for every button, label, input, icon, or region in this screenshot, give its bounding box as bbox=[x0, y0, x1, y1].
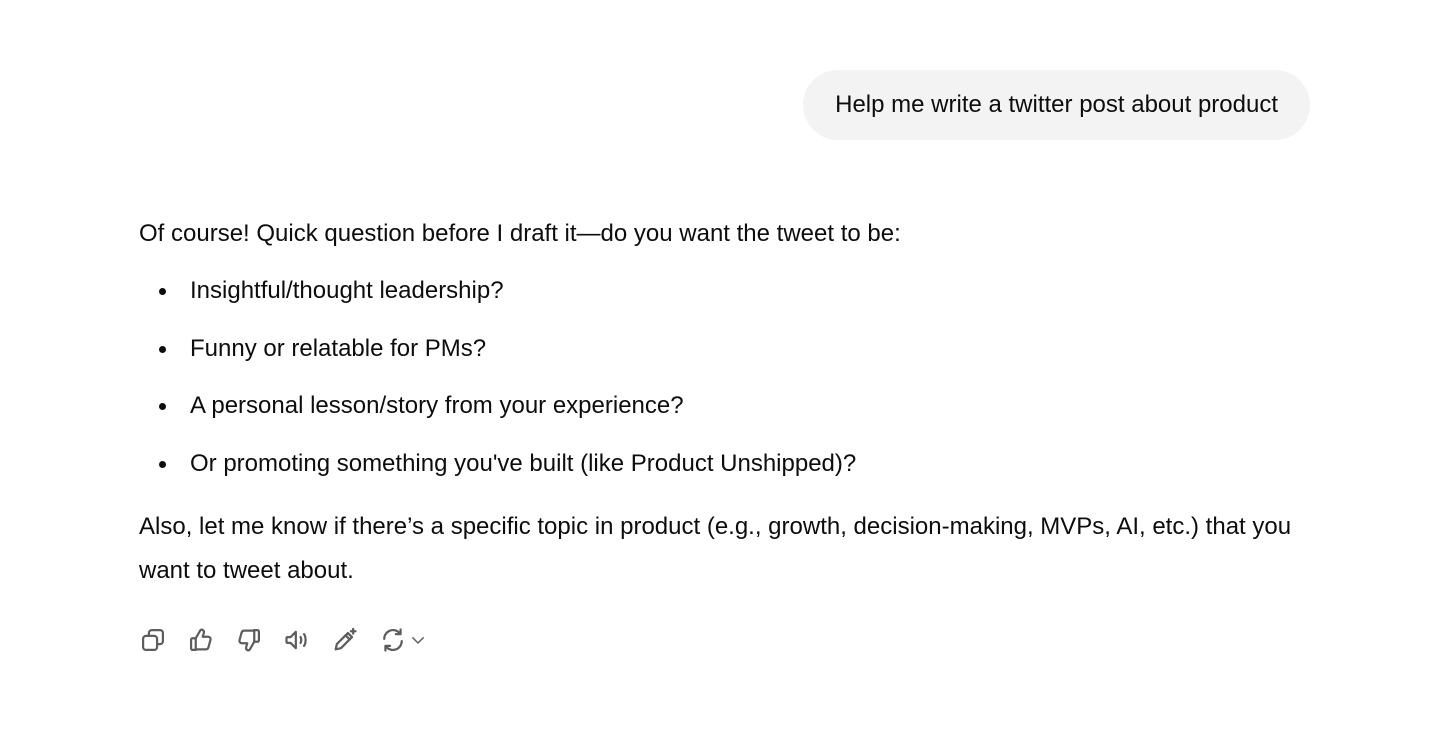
user-message-bubble: Help me write a twitter post about produ… bbox=[803, 70, 1310, 140]
list-item-text: Funny or relatable for PMs? bbox=[190, 334, 487, 362]
read-aloud-icon bbox=[285, 630, 307, 650]
read-aloud-button[interactable] bbox=[280, 622, 328, 658]
assistant-followup: Also, let me know if there’s a specific … bbox=[139, 512, 1292, 584]
regenerate-icon bbox=[383, 628, 403, 652]
user-message-text: Help me write a twitter post about produ… bbox=[835, 91, 1278, 118]
bad-response-button[interactable] bbox=[232, 622, 280, 658]
bullet-icon bbox=[159, 345, 166, 353]
bullet-icon bbox=[159, 460, 166, 468]
bullet-icon bbox=[159, 403, 166, 410]
message-action-bar bbox=[136, 622, 436, 658]
list-item: Funny or relatable for PMs? bbox=[139, 327, 1319, 371]
copy-button[interactable] bbox=[136, 622, 184, 658]
chevron-down-icon bbox=[412, 637, 424, 644]
regenerate-button[interactable] bbox=[376, 622, 436, 658]
edit-in-canvas-icon bbox=[334, 627, 357, 651]
list-item-text: Or promoting something you've built (lik… bbox=[190, 449, 857, 477]
thumbs-down-icon bbox=[238, 628, 261, 652]
options-list: Insightful/thought leadership? Funny or … bbox=[139, 269, 1319, 486]
good-response-button[interactable] bbox=[184, 622, 232, 658]
list-item-text: A personal lesson/story from your experi… bbox=[190, 392, 684, 419]
list-item: Insightful/thought leadership? bbox=[139, 269, 1319, 313]
assistant-intro: Of course! Quick question before I draft… bbox=[139, 220, 901, 247]
list-item: Or promoting something you've built (lik… bbox=[139, 442, 1319, 486]
thumbs-up-icon bbox=[189, 628, 212, 652]
assistant-message: Of course! Quick question before I draft… bbox=[139, 212, 1319, 593]
copy-icon bbox=[141, 628, 165, 652]
list-item-text: Insightful/thought leadership? bbox=[190, 277, 504, 304]
edit-in-canvas-button[interactable] bbox=[328, 622, 376, 658]
list-item: A personal lesson/story from your experi… bbox=[139, 384, 1319, 428]
bullet-icon bbox=[159, 288, 166, 295]
